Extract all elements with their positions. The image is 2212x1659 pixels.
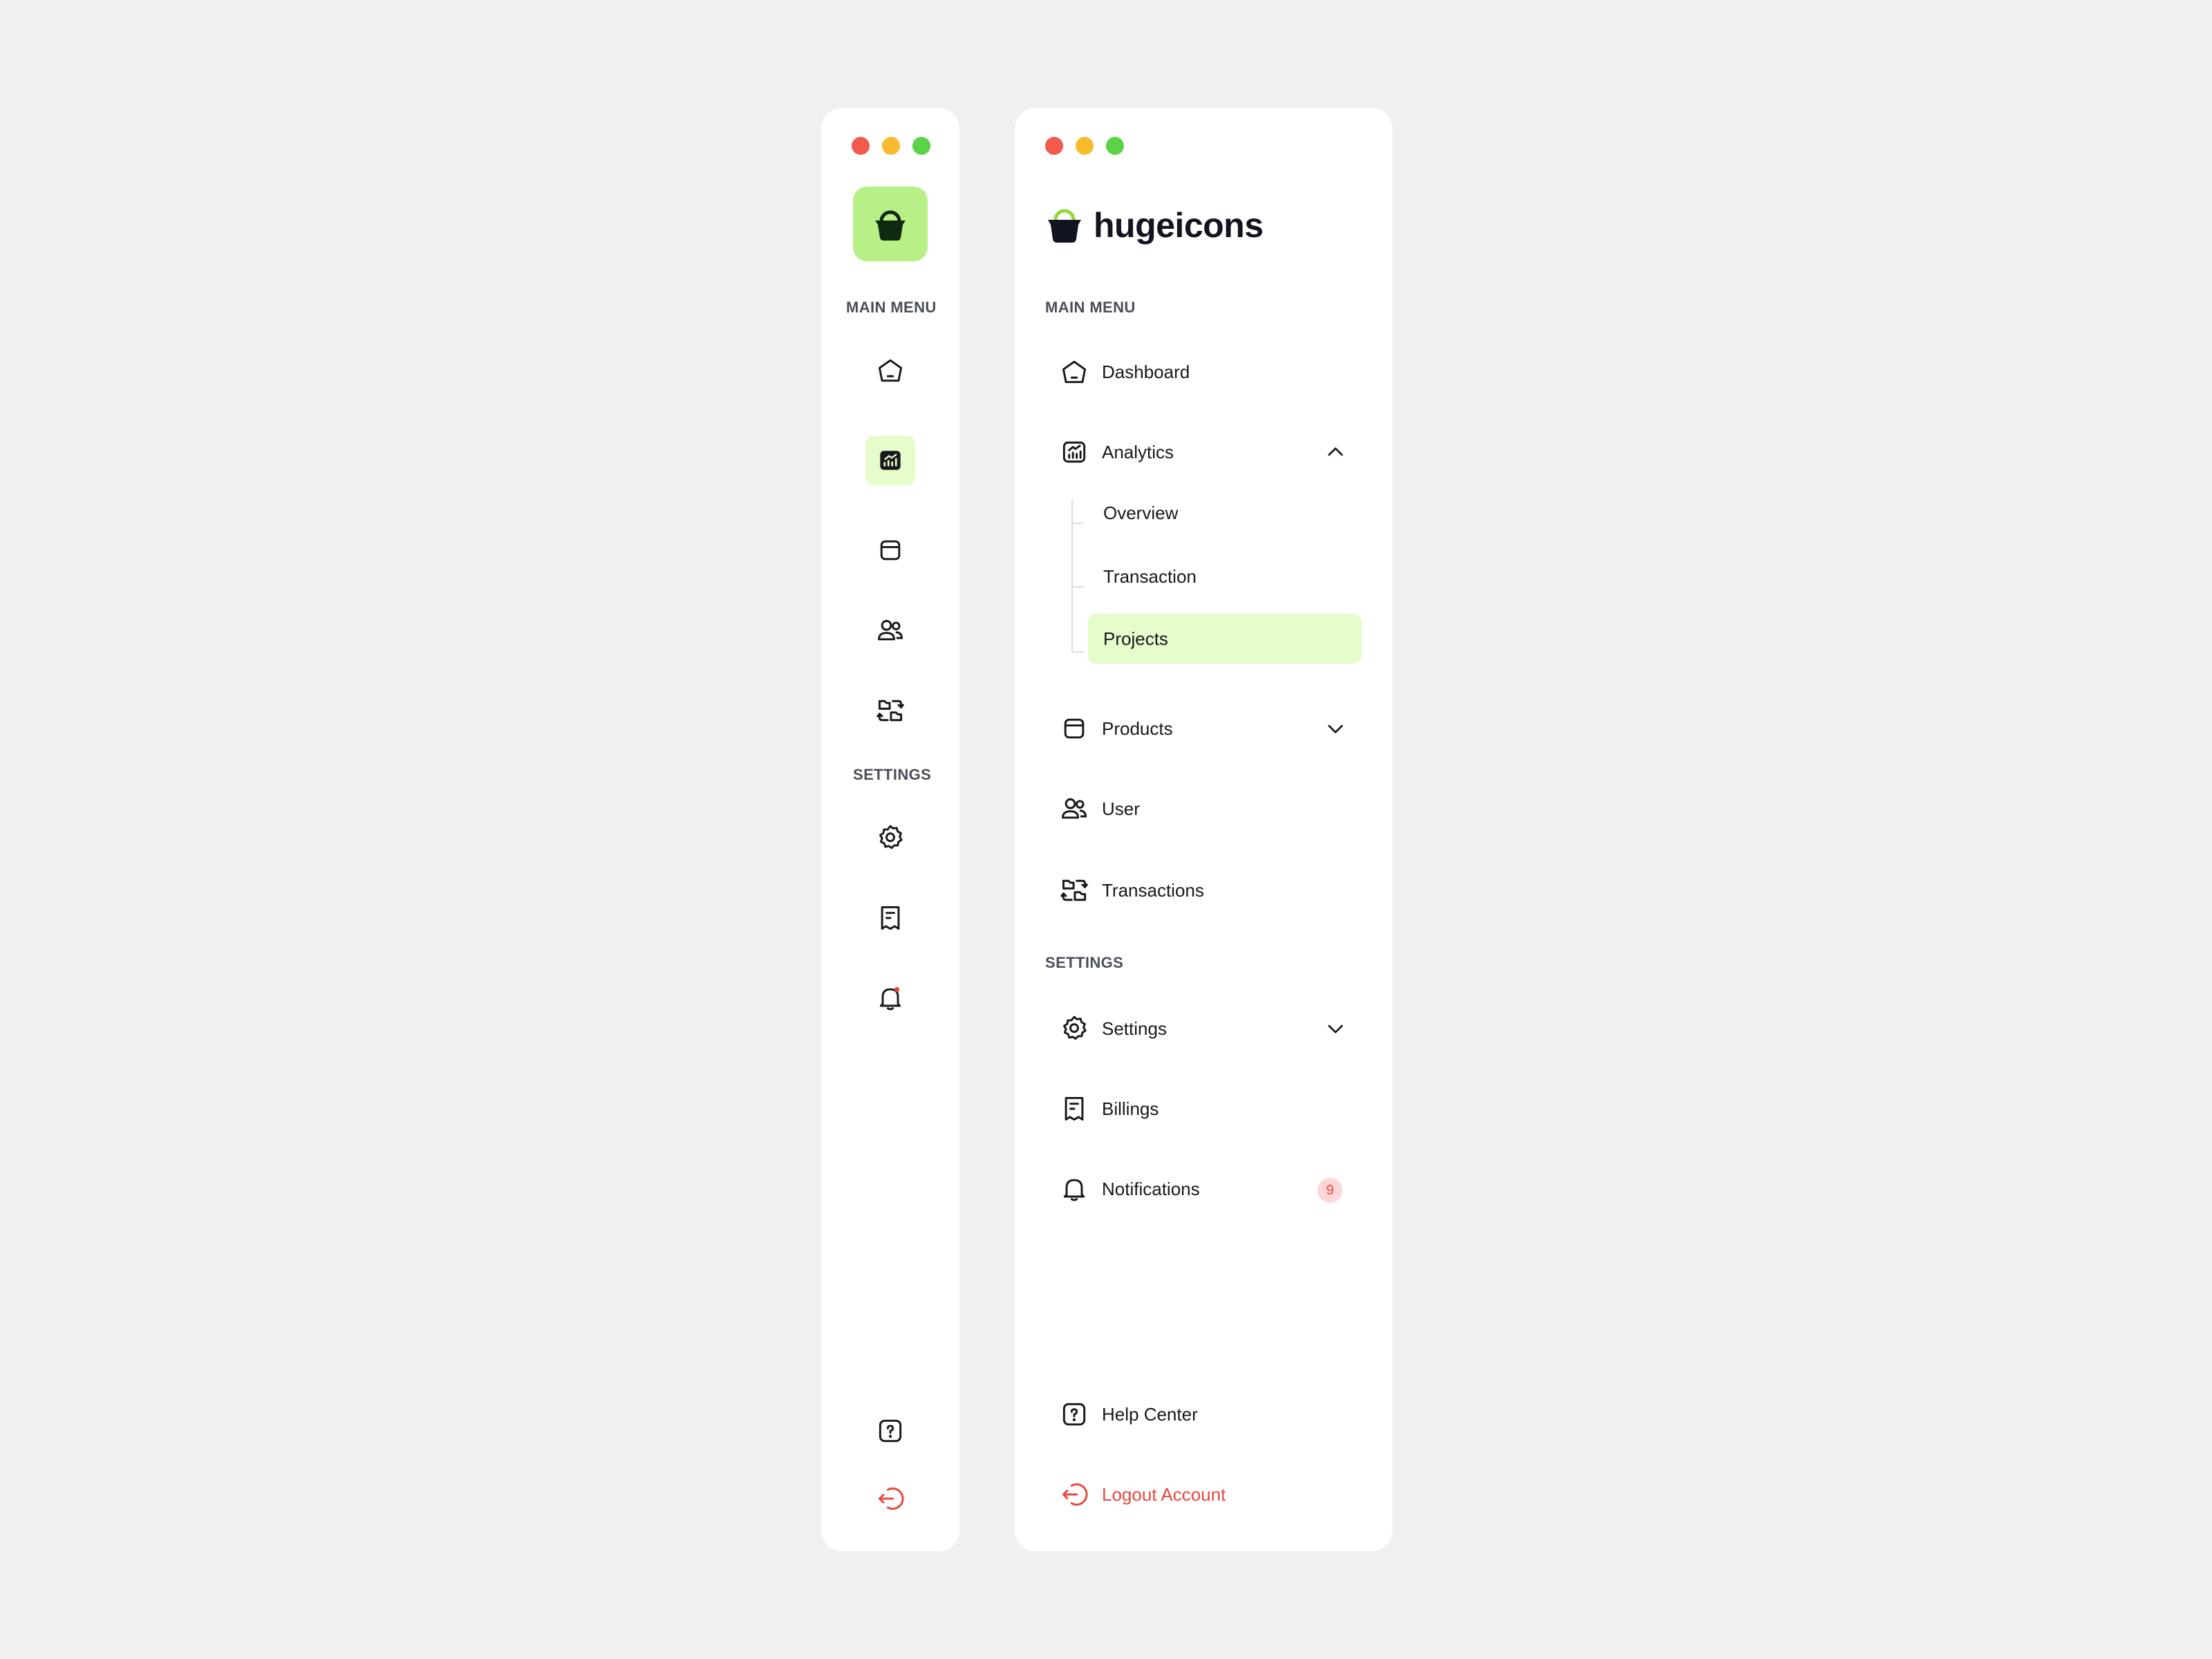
bell-icon [879, 986, 901, 1011]
nav-item-settings[interactable]: Settings [1059, 1008, 1349, 1049]
window-controls-expanded [1045, 137, 1124, 155]
collapsed-item-logout[interactable] [865, 1474, 915, 1524]
bell-icon [1063, 1179, 1085, 1201]
chevron-down-icon[interactable] [1324, 1018, 1347, 1040]
basket-icon [1048, 209, 1081, 243]
nav-label: Dashboard [1102, 361, 1190, 382]
notification-count-badge: 9 [1318, 1178, 1342, 1203]
brand-logo[interactable]: hugeicons [1044, 205, 1264, 246]
nav-label: Logout Account [1102, 1483, 1226, 1505]
home-icon [878, 359, 903, 382]
help-icon [1062, 1403, 1086, 1426]
nav-item-user[interactable]: User [1059, 788, 1349, 830]
analytics-icon [1062, 441, 1086, 463]
nav-label: Help Center [1102, 1403, 1198, 1425]
nav-label: Analytics [1102, 441, 1174, 462]
window-controls-collapsed [852, 137, 930, 155]
section-title-settings: Settings [1045, 954, 1124, 971]
brand-logo-tile[interactable] [853, 187, 928, 261]
nav-item-analytics[interactable]: Analytics [1059, 431, 1349, 473]
chevron-up-icon[interactable] [1324, 441, 1347, 463]
nav-label: Settings [1102, 1018, 1167, 1039]
nav-item-logout[interactable]: Logout Account [1059, 1474, 1349, 1515]
submenu-tree-tick [1071, 586, 1084, 588]
window-minimize-button[interactable] [882, 137, 900, 155]
basket-icon [875, 210, 906, 241]
collapsed-item-settings[interactable] [865, 813, 915, 863]
users-icon [1062, 798, 1087, 819]
package-icon [1064, 718, 1085, 739]
transfer-icon [877, 700, 904, 722]
section-title-settings-collapsed: Settings [853, 766, 932, 783]
gear-icon [1063, 1015, 1087, 1040]
collapsed-item-transactions[interactable] [865, 686, 915, 735]
receipt-icon [1065, 1096, 1084, 1121]
window-close-button[interactable] [1045, 137, 1063, 155]
gear-icon [879, 825, 903, 850]
home-icon [1062, 360, 1087, 384]
brand-name: hugeicons [1094, 206, 1264, 245]
nav-item-notifications[interactable]: Notifications 9 [1059, 1168, 1349, 1210]
subnav-item-transaction[interactable]: Transaction [1088, 552, 1362, 601]
subnav-item-projects[interactable]: Projects [1088, 614, 1362, 664]
nav-label: Products [1102, 718, 1173, 739]
window-close-button[interactable] [852, 137, 870, 155]
collapsed-item-user[interactable] [865, 606, 915, 655]
collapsed-item-products[interactable] [865, 525, 915, 575]
nav-item-products[interactable]: Products [1059, 708, 1349, 749]
submenu-tree-tick [1071, 651, 1084, 653]
section-title-main-menu-collapsed: Main Menu [846, 299, 937, 316]
nav-label: Notifications [1102, 1178, 1200, 1199]
collapsed-item-analytics[interactable] [865, 435, 915, 485]
window-maximize-button[interactable] [912, 137, 930, 155]
collapsed-item-dashboard[interactable] [865, 346, 915, 395]
collapsed-item-billings[interactable] [865, 893, 915, 943]
nav-item-dashboard[interactable]: Dashboard [1059, 351, 1349, 393]
nav-label: Transactions [1102, 879, 1204, 901]
window-minimize-button[interactable] [1076, 137, 1094, 155]
logout-icon [1062, 1483, 1088, 1506]
analytics-icon [880, 451, 901, 470]
transfer-icon [1060, 879, 1088, 901]
logout-icon [878, 1487, 904, 1510]
expanded-sidebar [1015, 108, 1392, 1551]
help-icon [879, 1419, 902, 1443]
section-title-main-menu: Main Menu [1045, 299, 1136, 316]
receipt-icon [881, 906, 900, 930]
package-icon [880, 540, 901, 561]
window-maximize-button[interactable] [1106, 137, 1124, 155]
submenu-tree-tick [1071, 523, 1084, 524]
nav-item-help-center[interactable]: Help Center [1059, 1394, 1349, 1435]
subnav-item-overview[interactable]: Overview [1088, 488, 1362, 538]
nav-label: Billings [1102, 1098, 1159, 1119]
nav-item-billings[interactable]: Billings [1059, 1088, 1349, 1130]
users-icon [878, 619, 903, 641]
collapsed-item-notifications[interactable] [865, 973, 915, 1023]
chevron-down-icon[interactable] [1324, 718, 1347, 740]
collapsed-item-help[interactable] [865, 1406, 915, 1456]
nav-item-transactions[interactable]: Transactions [1059, 870, 1349, 911]
nav-label: User [1102, 798, 1140, 819]
